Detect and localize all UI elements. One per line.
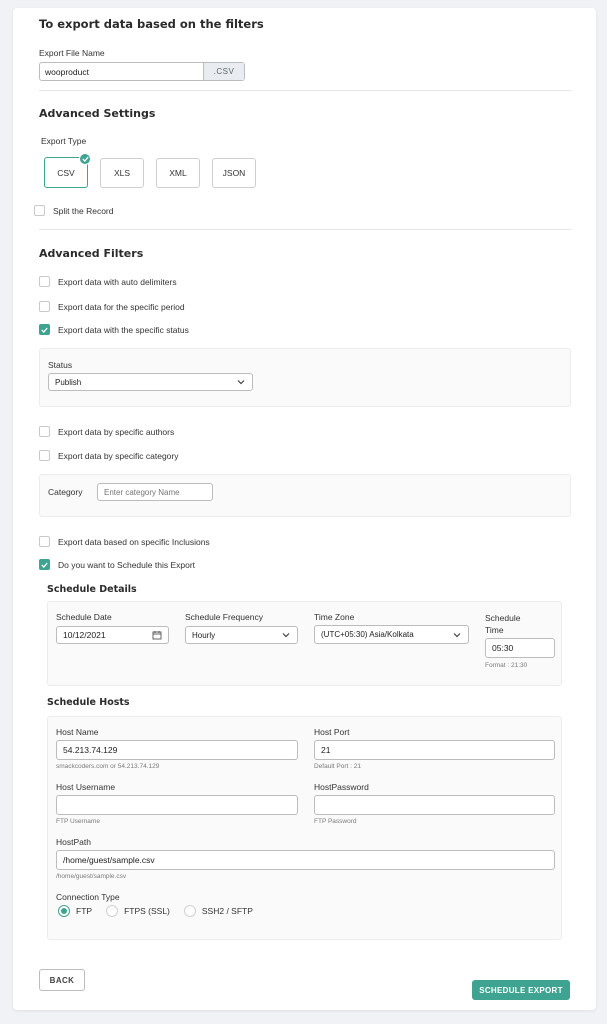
divider	[39, 90, 571, 91]
status-panel: Status Publish	[39, 348, 571, 407]
connection-sftp-label: SSH2 / SFTP	[201, 906, 253, 916]
check-icon	[41, 327, 48, 333]
split-record-checkbox[interactable]	[34, 205, 45, 216]
inclusions-label: Export data based on specific Inclusions	[58, 536, 210, 547]
category-label: Category	[48, 487, 83, 497]
specific-status-label: Export data with the specific status	[58, 324, 189, 335]
filter-inclusions-row: Export data based on specific Inclusions	[39, 536, 210, 547]
divider	[39, 229, 571, 230]
page-title: To export data based on the filters	[39, 17, 264, 31]
by-category-checkbox[interactable]	[39, 450, 50, 461]
host-password-input[interactable]	[314, 795, 555, 815]
schedule-toggle-label: Do you want to Schedule this Export	[58, 559, 196, 570]
host-username-input[interactable]	[56, 795, 298, 815]
filter-by-category-row: Export data by specific category	[39, 450, 178, 461]
connection-ftps-radio[interactable]	[106, 905, 119, 917]
by-category-label: Export data by specific category	[58, 450, 179, 461]
schedule-frequency-label: Schedule Frequency	[185, 612, 263, 622]
schedule-date-input[interactable]: 10/12/2021	[56, 626, 169, 644]
auto-delimiters-checkbox[interactable]	[39, 276, 50, 287]
back-button[interactable]: BACK	[39, 969, 85, 991]
export-type-json[interactable]: JSON	[212, 158, 256, 188]
time-zone-label: Time Zone	[314, 612, 355, 622]
host-port-hint: Default Port : 21	[314, 763, 361, 770]
schedule-hosts-heading: Schedule Hosts	[47, 697, 130, 708]
schedule-checkbox[interactable]	[39, 559, 50, 570]
filter-auto-delimiters-row: Export data with auto delimiters	[39, 276, 177, 287]
schedule-time-hint: Format : 21:30	[485, 662, 528, 669]
file-name-label: Export File Name	[39, 48, 105, 58]
host-path-input[interactable]: /home/guest/sample.csv	[56, 850, 555, 870]
specific-period-label: Export data for the specific period	[58, 301, 185, 312]
connection-sftp-radio[interactable]	[183, 905, 196, 917]
schedule-time-input[interactable]: 05:30	[485, 638, 555, 658]
file-extension-suffix: .CSV	[203, 63, 244, 80]
filter-by-authors-row: Export data by specific authors	[39, 426, 174, 437]
host-username-label: Host Username	[56, 782, 116, 792]
host-port-label: Host Port	[314, 727, 350, 737]
schedule-time-label: Schedule Time	[485, 612, 520, 636]
host-path-hint: /home/guest/sample.csv	[56, 873, 127, 880]
file-name-field: wooproduct .CSV	[39, 62, 245, 81]
host-name-label: Host Name	[56, 727, 99, 737]
schedule-toggle-row: Do you want to Schedule this Export	[39, 559, 195, 570]
export-type-xls[interactable]: XLS	[100, 158, 144, 188]
chevron-down-icon	[282, 633, 290, 638]
schedule-details-panel: Schedule Date 10/12/2021 Schedule Freque…	[47, 601, 562, 686]
advanced-settings-heading: Advanced Settings	[39, 107, 156, 120]
chevron-down-icon	[453, 632, 461, 637]
category-panel: Category	[39, 474, 571, 517]
schedule-date-value: 10/12/2021	[63, 630, 106, 640]
split-record-row: Split the Record	[34, 205, 113, 216]
calendar-icon[interactable]	[152, 630, 162, 640]
export-card: To export data based on the filters Expo…	[13, 8, 596, 1010]
chevron-down-icon	[237, 380, 245, 385]
status-value: Publish	[55, 377, 82, 387]
by-authors-label: Export data by specific authors	[58, 426, 175, 437]
connection-ftp-label: FTP	[76, 906, 93, 916]
schedule-hosts-panel: Host Name 54.213.74.129 smackcoders.com …	[47, 716, 562, 940]
connection-ftps-label: FTPS (SSL)	[124, 906, 170, 916]
schedule-export-button[interactable]: SCHEDULE EXPORT	[472, 980, 570, 1000]
connection-type-label: Connection Type	[56, 892, 120, 902]
export-type-label: Export Type	[41, 136, 87, 146]
connection-type-options: FTP FTPS (SSL) SSH2 / SFTP	[58, 905, 253, 917]
advanced-filters-heading: Advanced Filters	[39, 247, 144, 260]
specific-period-checkbox[interactable]	[39, 301, 50, 312]
host-port-input[interactable]: 21	[314, 740, 555, 760]
filter-specific-status-row: Export data with the specific status	[39, 324, 189, 335]
inclusions-checkbox[interactable]	[39, 536, 50, 547]
schedule-date-label: Schedule Date	[56, 612, 112, 622]
host-username-hint: FTP Username	[56, 818, 100, 825]
check-icon	[41, 562, 48, 568]
host-password-label: HostPassword	[314, 782, 369, 792]
split-record-label: Split the Record	[53, 205, 114, 216]
host-name-input[interactable]: 54.213.74.129	[56, 740, 298, 760]
schedule-time-label-line1: Schedule	[485, 613, 521, 623]
specific-status-checkbox[interactable]	[39, 324, 50, 335]
schedule-time-label-line2: Time	[485, 625, 504, 635]
filter-specific-period-row: Export data for the specific period	[39, 301, 185, 312]
category-input[interactable]	[97, 483, 213, 501]
connection-ftp-radio[interactable]	[58, 905, 70, 917]
status-label: Status	[48, 360, 73, 370]
selected-check-icon	[79, 153, 91, 165]
host-name-hint: smackcoders.com or 54.213.74.129	[56, 763, 160, 770]
schedule-frequency-value: Hourly	[192, 630, 216, 640]
time-zone-select[interactable]: (UTC+05:30) Asia/Kolkata	[314, 625, 469, 644]
file-name-input[interactable]: wooproduct	[40, 67, 203, 77]
schedule-details-heading: Schedule Details	[47, 584, 137, 595]
time-zone-value: (UTC+05:30) Asia/Kolkata	[321, 630, 414, 639]
host-password-hint: FTP Password	[314, 818, 357, 825]
host-path-label: HostPath	[56, 837, 91, 847]
export-type-xml[interactable]: XML	[156, 158, 200, 188]
auto-delimiters-label: Export data with auto delimiters	[58, 276, 177, 287]
by-authors-checkbox[interactable]	[39, 426, 50, 437]
status-select[interactable]: Publish	[48, 373, 253, 391]
schedule-frequency-select[interactable]: Hourly	[185, 626, 298, 644]
